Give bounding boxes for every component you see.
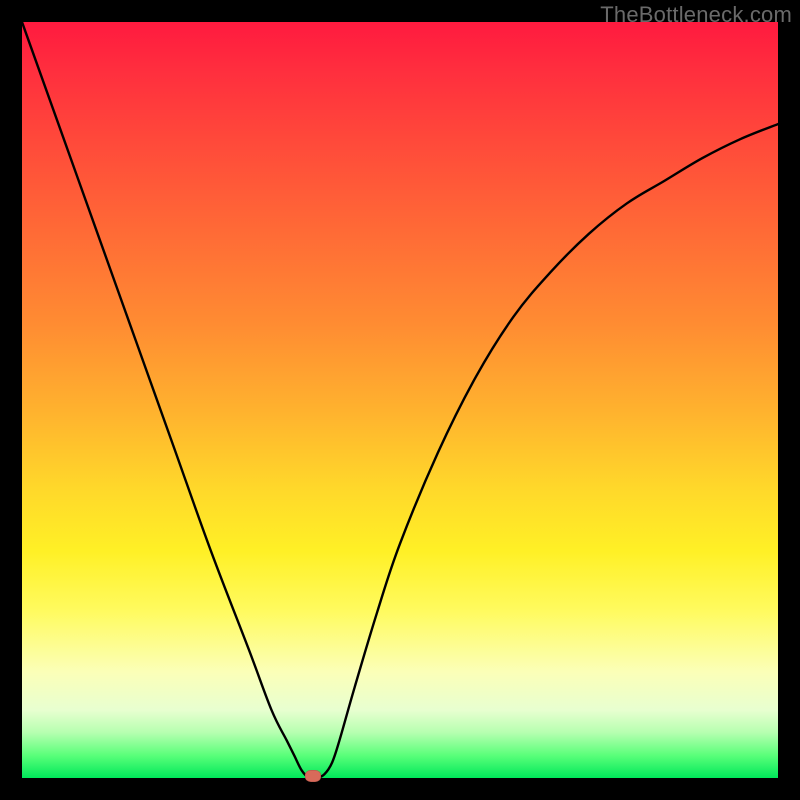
bottleneck-curve	[22, 22, 778, 778]
optimum-marker	[305, 770, 321, 782]
plot-area	[22, 22, 778, 778]
chart-frame: TheBottleneck.com	[0, 0, 800, 800]
